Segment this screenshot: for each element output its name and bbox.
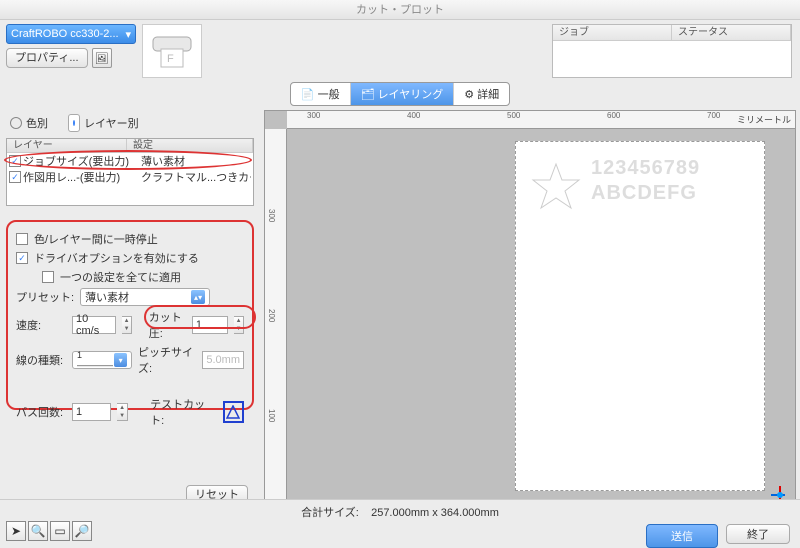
- preview-text-1: 123456789: [591, 157, 700, 180]
- total-size-value: 257.000mm x 364.000mm: [371, 507, 499, 519]
- zoom-tool[interactable]: 🔍: [28, 521, 48, 541]
- total-size-label: 合計サイズ:: [301, 507, 359, 519]
- radio-icon: [10, 117, 22, 129]
- passes-spinner[interactable]: ▲▼: [117, 403, 129, 421]
- radio-icon: [68, 114, 80, 132]
- line-type-select[interactable]: 1————▾: [72, 351, 132, 369]
- chevron-down-icon: ▾: [125, 28, 131, 41]
- image-icon: 🖼: [95, 52, 109, 65]
- device-select[interactable]: CraftROBO cc330-2... ▾: [6, 24, 136, 44]
- preview-text-2: ABCDEFG: [591, 182, 697, 205]
- pressure-spinner[interactable]: ▲▼: [234, 316, 244, 334]
- bottom-bar: 合計サイズ: 257.000mm x 364.000mm 送信 終了 ➤ 🔍 ▭…: [0, 499, 800, 545]
- tab-detail[interactable]: ⚙詳細: [454, 83, 509, 105]
- speed-label: 速度:: [16, 317, 66, 333]
- tab-general[interactable]: 📄一般: [291, 83, 351, 105]
- tab-layering[interactable]: 🗂レイヤリング: [351, 83, 455, 105]
- jobs-panel: ジョブ ステータス: [552, 24, 792, 78]
- testcut-label: テストカット:: [150, 396, 217, 428]
- printer-icon: F: [149, 31, 195, 71]
- gear-icon: ⚙: [464, 88, 474, 101]
- fit-tool[interactable]: ▭: [50, 521, 70, 541]
- checkbox[interactable]: [9, 155, 21, 167]
- page-preview: 123456789 ABCDEFG: [515, 141, 765, 491]
- jobs-col-job[interactable]: ジョブ: [553, 25, 672, 40]
- layer-col-setting[interactable]: 設定: [127, 139, 253, 152]
- chevron-updown-icon: ▴▾: [191, 290, 205, 304]
- preview-canvas[interactable]: 300 400 500 600 700 ミリメートル 100 200 300 1…: [264, 110, 796, 511]
- preset-label: プリセット:: [16, 289, 74, 305]
- checkbox-pause[interactable]: [16, 233, 28, 245]
- ruler-horizontal: 300 400 500 600 700 ミリメートル: [287, 111, 795, 129]
- done-button[interactable]: 終了: [726, 524, 790, 544]
- printer-preview: F: [142, 24, 202, 78]
- star-icon: [531, 162, 581, 212]
- speed-spinner[interactable]: ▲▼: [122, 316, 132, 334]
- pitch-input: 5.0mm: [202, 351, 244, 369]
- triangle-icon: [226, 405, 240, 419]
- layer-col-name[interactable]: レイヤー: [7, 139, 127, 152]
- ruler-unit: ミリメートル: [737, 113, 791, 126]
- device-select-value: CraftROBO cc330-2...: [11, 28, 119, 40]
- options-panel: 色/レイヤー間に一時停止 ドライバオプションを有効にする 一つの設定を全てに適用…: [6, 220, 254, 410]
- table-row[interactable]: 作図用レ...-(要出力) クラフトマル...つきカード: [7, 169, 253, 185]
- pointer-tool[interactable]: ➤: [6, 521, 26, 541]
- table-row[interactable]: ジョブサイズ(要出力) 薄い素材: [7, 153, 253, 169]
- passes-label: パス回数:: [16, 404, 66, 420]
- preset-select[interactable]: 薄い素材▴▾: [80, 288, 210, 306]
- jobs-col-status[interactable]: ステータス: [672, 25, 791, 40]
- svg-text:F: F: [167, 53, 174, 65]
- zoom-page-tool[interactable]: 🔎: [72, 521, 92, 541]
- ruler-vertical: 100 200 300: [265, 129, 287, 510]
- passes-input[interactable]: 1: [72, 403, 111, 421]
- layers-icon: 🗂: [361, 88, 375, 101]
- send-button[interactable]: 送信: [646, 524, 718, 548]
- speed-input[interactable]: 10 cm/s: [72, 316, 116, 334]
- left-panel: 色別 レイヤー別 レイヤー 設定 ジョブサイズ(要出力) 薄い素材 作図用レ..…: [0, 108, 260, 513]
- checkbox-enable-driver[interactable]: [16, 252, 28, 264]
- radio-by-layer[interactable]: レイヤー別: [68, 114, 139, 132]
- pressure-input[interactable]: 1: [192, 316, 228, 334]
- info-icon-button[interactable]: 🖼: [92, 48, 112, 68]
- checkbox[interactable]: [9, 171, 21, 183]
- testcut-button[interactable]: [223, 401, 244, 423]
- pitch-label: ピッチサイズ:: [138, 344, 196, 376]
- properties-button[interactable]: プロパティ...: [6, 48, 88, 68]
- tool-row: ➤ 🔍 ▭ 🔎: [6, 521, 92, 541]
- chevron-updown-icon: ▾: [114, 353, 127, 367]
- line-type-label: 線の種類:: [16, 352, 66, 368]
- pressure-label: カット圧:: [149, 309, 186, 341]
- window-title: カット・プロット: [0, 0, 800, 20]
- tab-bar: 📄一般 🗂レイヤリング ⚙詳細: [290, 82, 510, 106]
- doc-icon: 📄: [301, 88, 315, 101]
- layer-table: レイヤー 設定 ジョブサイズ(要出力) 薄い素材 作図用レ...-(要出力) ク…: [6, 138, 254, 206]
- checkbox-apply-all[interactable]: [42, 271, 54, 283]
- radio-by-color[interactable]: 色別: [10, 114, 48, 132]
